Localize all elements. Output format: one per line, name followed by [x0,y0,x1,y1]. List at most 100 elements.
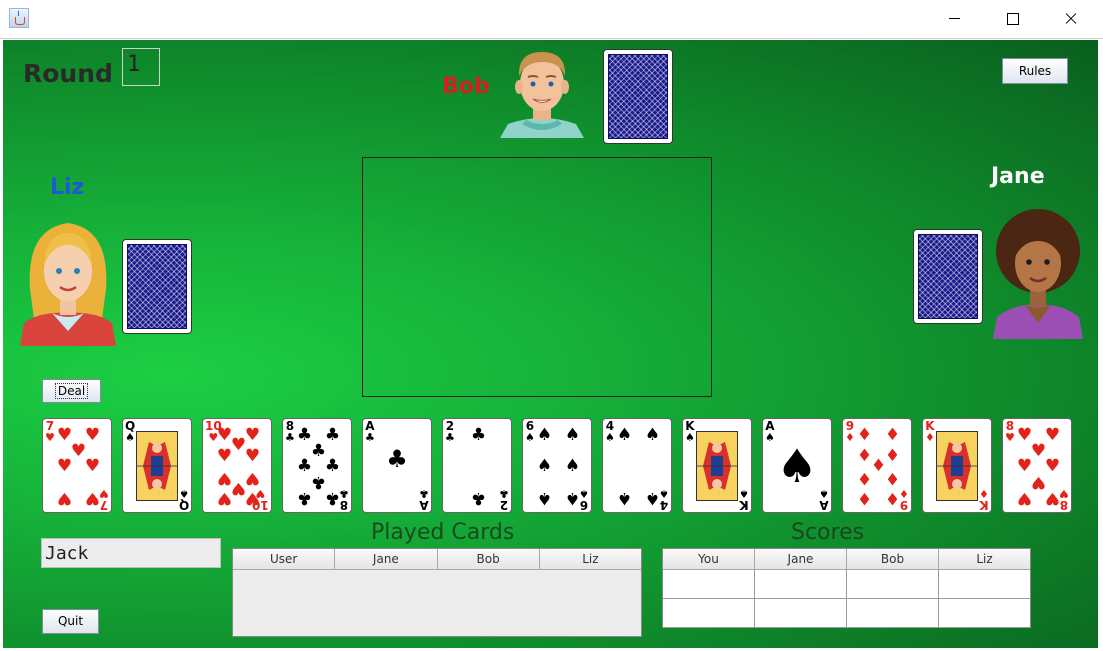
card-rank: 8 ♥ [1005,419,1015,444]
bob-card-back [603,49,673,144]
card-rank: 2 ♣ [445,419,455,444]
card-rank: K ♠ [685,419,695,444]
hearts-icon: ♥ [244,446,261,466]
table-cell[interactable] [939,599,1030,627]
window-titlebar [0,0,1103,39]
court-card-figure [136,431,178,501]
card-rank-corner: A ♣ [419,487,429,512]
rules-button[interactable]: Rules [1002,58,1068,84]
maximize-button[interactable] [983,0,1041,38]
hearts-icon: ♥ [84,425,101,445]
column-header[interactable]: User [233,549,336,569]
diamonds-icon: ♦ [856,468,873,488]
quit-button[interactable]: Quit [42,609,99,634]
played-cards-header: User Jane Bob Liz [233,549,641,570]
card-rank: K ♦ [925,419,935,444]
hand-card[interactable]: 4 ♠ 4 ♠ ♠ ♠ ♠ ♠ [602,418,672,513]
table-cell[interactable] [755,599,847,627]
column-header[interactable]: Bob [438,549,540,569]
spades-icon: ♠ [616,425,633,445]
spades-icon: ♠ [564,456,581,476]
liz-card-back [122,239,192,334]
hearts-icon: ♥ [1044,488,1061,508]
hand-card[interactable]: K ♦ K ♦ [922,418,992,513]
card-rank-corner: 2 ♣ [499,487,509,512]
hand-card[interactable]: K ♠ K ♠ [682,418,752,513]
hearts-icon: ♥ [1044,425,1061,445]
card-rank: 6 ♠ [525,419,535,444]
hand-card[interactable]: 9 ♦ 9 ♦ ♦ ♦ ♦ ♦ ♦ ♦ ♦ ♦ ♦ [842,418,912,513]
clubs-icon: ♣ [324,425,341,445]
card-rank: 9 ♦ [845,419,855,444]
hand-card[interactable]: 10 ♥ 10 ♥ ♥ ♥ ♥ ♥ ♥ ♥ ♥ ♥ ♥ ♥ [202,418,272,513]
minimize-button[interactable] [925,0,983,38]
hand-card[interactable]: 8 ♥ 8 ♥ ♥ ♥ ♥ ♥ ♥ ♥ ♥ ♥ [1002,418,1072,513]
spades-icon: ♠ [536,425,553,445]
hand-card[interactable]: Q ♠ Q ♠ [122,418,192,513]
column-header[interactable]: Liz [939,549,1030,569]
hand-card[interactable]: 2 ♣ 2 ♣ ♣ ♣ [442,418,512,513]
spades-icon: ♠ [644,488,661,508]
hearts-icon: ♥ [216,446,233,466]
card-rank: 4 ♠ [605,419,615,444]
hand-card[interactable]: 7 ♥ 7 ♥ ♥ ♥ ♥ ♥ ♥ ♥ ♥ [42,418,112,513]
card-rank: 8 ♣ [285,419,295,444]
diamonds-icon: ♦ [856,488,873,508]
column-header[interactable]: You [663,549,755,569]
played-cards-table[interactable]: User Jane Bob Liz [232,548,642,637]
hand-card[interactable]: 6 ♠ 6 ♠ ♠ ♠ ♠ ♠ ♠ ♠ [522,418,592,513]
maximize-icon [1007,13,1019,25]
clubs-icon: ♣ [386,445,408,473]
column-header[interactable]: Liz [540,549,641,569]
deal-button[interactable]: Deal [42,379,101,403]
table-cell[interactable] [663,570,755,598]
round-label: Round [23,59,113,88]
hand-card[interactable]: 8 ♣ 8 ♣ ♣ ♣ ♣ ♣ ♣ ♣ ♣ ♣ [282,418,352,513]
jane-avatar [991,207,1085,339]
table-cell[interactable] [847,570,939,598]
hearts-icon: ♥ [56,456,73,476]
clubs-icon: ♣ [470,488,487,508]
column-header[interactable]: Jane [335,549,438,569]
clubs-icon: ♣ [296,488,313,508]
table-cell[interactable] [663,599,755,627]
player-name-field[interactable] [41,538,221,568]
table-row[interactable] [663,599,1030,628]
scores-header: You Jane Bob Liz [663,549,1030,570]
card-rank-corner: K ♠ [739,487,749,512]
round-field[interactable]: 1 [122,48,160,86]
spades-icon: ♠ [564,488,581,508]
table-row[interactable] [663,570,1030,599]
hand-card[interactable]: A ♣ A ♣ ♣ [362,418,432,513]
hearts-icon: ♥ [216,488,233,508]
card-table: Round 1 Rules Bob Liz Jane Deal 7 ♥ 7 ♥ … [3,40,1098,648]
java-cup-icon[interactable] [9,8,29,28]
minimize-icon [949,18,960,19]
card-rank: Q ♠ [125,419,136,444]
card-rank: A ♣ [365,419,375,444]
diamonds-icon: ♦ [884,468,901,488]
player-name-jane: Jane [991,164,1045,189]
clubs-icon: ♣ [470,425,487,445]
spades-icon: ♠ [776,439,818,493]
player-name-liz: Liz [50,175,85,200]
diamonds-icon: ♦ [884,425,901,445]
scores-table[interactable]: You Jane Bob Liz [662,548,1031,628]
column-header[interactable]: Jane [755,549,847,569]
spades-icon: ♠ [644,425,661,445]
hand-card[interactable]: A ♠ A ♠ ♠ [762,418,832,513]
hearts-icon: ♥ [84,456,101,476]
column-header[interactable]: Bob [847,549,939,569]
trick-play-area [362,157,712,397]
bob-avatar [500,46,584,138]
liz-avatar [20,219,116,346]
spades-icon: ♠ [536,456,553,476]
table-cell[interactable] [939,570,1030,598]
hearts-icon: ♥ [1016,488,1033,508]
card-rank: 7 ♥ [45,419,55,444]
table-cell[interactable] [755,570,847,598]
scores-title: Scores [791,520,865,545]
close-window-button[interactable] [1041,0,1099,38]
spades-icon: ♠ [536,488,553,508]
table-cell[interactable] [847,599,939,627]
